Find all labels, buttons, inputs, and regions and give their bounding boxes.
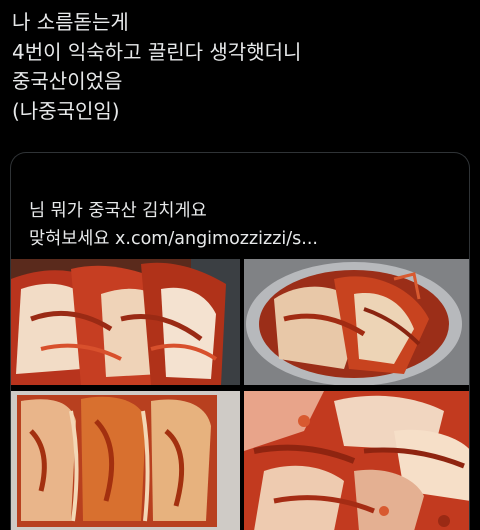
quoted-tweet-text-line: 님 뭐가 중국산 김치게요 xyxy=(29,201,207,221)
kimchi-photo-2[interactable] xyxy=(244,259,469,385)
tweet-text-line: (나중국인임) xyxy=(12,98,120,123)
quoted-tweet-text: 님 뭐가 중국산 김치게요 맞혀보세요 x.com/angimozzizzi/s… xyxy=(29,197,455,253)
kimchi-photo-3[interactable] xyxy=(11,391,240,530)
quoted-tweet-link-line[interactable]: 맞혀보세요 x.com/angimozzizzi/s... xyxy=(29,225,455,253)
tweet-text-line: 중국산이었음 xyxy=(12,69,123,93)
kimchi-photo-icon xyxy=(11,259,240,385)
kimchi-container-photo-icon xyxy=(11,391,240,530)
tweet-text-line: 4번이 익숙하고 끌린다 생각햇더니 xyxy=(12,39,302,64)
tweet-text: 나 소름돋는게 4번이 익숙하고 끌린다 생각햇더니 중국산이었음 (나중국인임… xyxy=(12,8,468,126)
tweet-text-line: 나 소름돋는게 xyxy=(12,10,129,34)
media-grid xyxy=(11,259,469,530)
kimchi-closeup-photo-icon xyxy=(244,391,469,530)
quoted-tweet-card[interactable]: 님 뭐가 중국산 김치게요 맞혀보세요 x.com/angimozzizzi/s… xyxy=(10,152,470,530)
kimchi-photo-1[interactable] xyxy=(11,259,240,385)
kimchi-photo-4[interactable] xyxy=(244,391,469,530)
kimchi-bowl-photo-icon xyxy=(244,259,469,385)
